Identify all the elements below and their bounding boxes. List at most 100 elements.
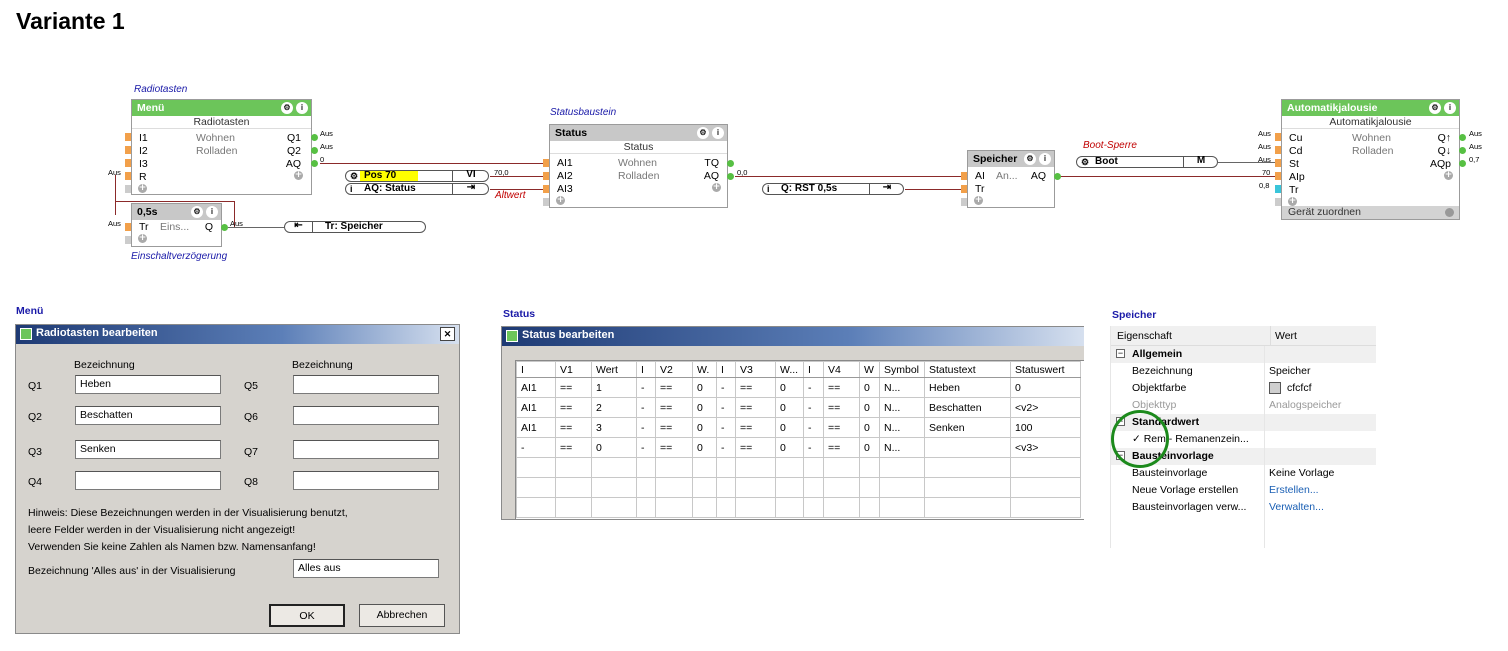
column-header[interactable]: Statustext: [924, 361, 1011, 378]
table-cell[interactable]: [924, 497, 1011, 518]
table-cell[interactable]: [735, 497, 776, 518]
table-cell[interactable]: 0: [692, 377, 717, 398]
property-row[interactable]: Bausteinvorlagen verw... Verwalten...: [1111, 499, 1376, 516]
name-field-q7[interactable]: [293, 440, 439, 459]
input-pin[interactable]: [543, 172, 549, 180]
table-cell[interactable]: ==: [555, 437, 592, 458]
connector-aq-status[interactable]: i AQ: Status ⇥: [345, 183, 489, 195]
table-cell[interactable]: [716, 477, 736, 498]
info-icon[interactable]: i: [712, 127, 724, 139]
table-cell[interactable]: ==: [655, 397, 693, 418]
input-pin[interactable]: [125, 133, 131, 141]
property-value[interactable]: Analogspeicher: [1269, 399, 1341, 411]
table-cell[interactable]: [1010, 497, 1081, 518]
info-icon[interactable]: i: [1444, 102, 1456, 114]
ok-button[interactable]: OK: [269, 604, 345, 627]
property-group[interactable]: − Allgemein: [1111, 346, 1376, 363]
column-header[interactable]: I: [716, 361, 736, 378]
table-row-empty[interactable]: [516, 457, 1081, 478]
input-pin[interactable]: [125, 159, 131, 167]
add-output-icon[interactable]: +: [712, 183, 721, 192]
output-pin[interactable]: [1459, 147, 1466, 154]
add-input-icon[interactable]: +: [1288, 197, 1297, 206]
name-field-q6[interactable]: [293, 406, 439, 425]
table-cell[interactable]: ==: [823, 437, 860, 458]
output-pin[interactable]: [221, 224, 228, 231]
table-cell[interactable]: 0: [692, 397, 717, 418]
table-cell[interactable]: 0: [775, 377, 804, 398]
table-cell[interactable]: -: [716, 377, 736, 398]
table-cell[interactable]: [692, 457, 717, 478]
table-cell[interactable]: 0: [859, 397, 880, 418]
table-cell[interactable]: [655, 477, 693, 498]
output-pin[interactable]: [1054, 173, 1061, 180]
table-cell[interactable]: [823, 497, 860, 518]
table-cell[interactable]: AI1: [516, 417, 556, 438]
column-header[interactable]: Wert: [591, 361, 637, 378]
table-cell[interactable]: -: [636, 437, 656, 458]
table-cell[interactable]: 0: [775, 417, 804, 438]
table-cell[interactable]: ==: [555, 397, 592, 418]
output-pin[interactable]: [1459, 160, 1466, 167]
table-cell[interactable]: [859, 477, 880, 498]
table-cell[interactable]: ==: [823, 417, 860, 438]
name-field-q8[interactable]: [293, 471, 439, 490]
status-block[interactable]: Status ⚙ i Status AI1 AI2 AI3 Wohnen Roll…: [549, 124, 728, 208]
table-row-empty[interactable]: [516, 497, 1081, 518]
add-input-icon[interactable]: +: [138, 234, 147, 243]
output-pin[interactable]: [311, 134, 318, 141]
table-cell[interactable]: 0: [775, 397, 804, 418]
input-pin[interactable]: [543, 159, 549, 167]
table-cell[interactable]: [655, 457, 693, 478]
table-cell[interactable]: 0: [859, 437, 880, 458]
table-cell[interactable]: [775, 497, 804, 518]
table-cell[interactable]: 0: [591, 437, 637, 458]
info-icon[interactable]: i: [296, 102, 308, 114]
status-table-area[interactable]: I V1 Wert I V2 W. I V3 W... I V4 W Symbol Statustext S…: [515, 360, 1084, 519]
input-pin[interactable]: [543, 198, 549, 206]
connector-q-rst[interactable]: i Q: RST 0,5s ⇥: [762, 183, 904, 195]
property-value[interactable]: Keine Vorlage: [1269, 467, 1334, 479]
input-pin[interactable]: [125, 185, 131, 193]
table-cell[interactable]: [924, 457, 1011, 478]
table-cell[interactable]: 3: [591, 417, 637, 438]
table-cell[interactable]: ==: [735, 417, 776, 438]
table-cell[interactable]: 1: [591, 377, 637, 398]
input-pin[interactable]: [961, 172, 967, 180]
menu-block[interactable]: Menü ⚙ i Radiotasten I1 I2 I3 R Wohnen Ro…: [131, 99, 312, 195]
table-cell[interactable]: [655, 497, 693, 518]
table-cell[interactable]: [591, 497, 637, 518]
column-header[interactable]: V1: [555, 361, 592, 378]
table-cell[interactable]: [735, 457, 776, 478]
status-table[interactable]: I V1 Wert I V2 W. I V3 W... I V4 W Symbol Statustext S…: [516, 361, 1081, 518]
table-cell[interactable]: [716, 497, 736, 518]
table-cell[interactable]: [775, 457, 804, 478]
table-cell[interactable]: -: [716, 417, 736, 438]
input-pin[interactable]: [543, 185, 549, 193]
table-cell[interactable]: [692, 477, 717, 498]
table-cell[interactable]: [555, 497, 592, 518]
name-field-q2[interactable]: Beschatten: [75, 406, 221, 425]
table-cell[interactable]: N...: [879, 417, 925, 438]
column-header[interactable]: V4: [823, 361, 860, 378]
assign-device-footer[interactable]: Gerät zuordnen: [1282, 206, 1459, 219]
table-cell[interactable]: -: [636, 417, 656, 438]
table-cell[interactable]: [803, 497, 824, 518]
add-output-icon[interactable]: +: [1444, 171, 1453, 180]
table-cell[interactable]: -: [636, 397, 656, 418]
table-cell[interactable]: [823, 477, 860, 498]
table-cell[interactable]: ==: [655, 437, 693, 458]
input-pin[interactable]: [961, 198, 967, 206]
table-cell[interactable]: 100: [1010, 417, 1081, 438]
table-cell[interactable]: [716, 457, 736, 478]
table-cell[interactable]: [516, 477, 556, 498]
column-header[interactable]: W: [859, 361, 880, 378]
input-pin[interactable]: [961, 185, 967, 193]
column-header[interactable]: I: [516, 361, 556, 378]
output-pin[interactable]: [311, 160, 318, 167]
gear-icon[interactable]: ⚙: [1429, 102, 1441, 114]
output-pin[interactable]: [727, 173, 734, 180]
connector-pos70[interactable]: ⚙ Pos 70 VI: [345, 170, 489, 182]
connector-boot[interactable]: ⚙ Boot M: [1076, 156, 1218, 168]
add-input-icon[interactable]: +: [138, 184, 147, 193]
